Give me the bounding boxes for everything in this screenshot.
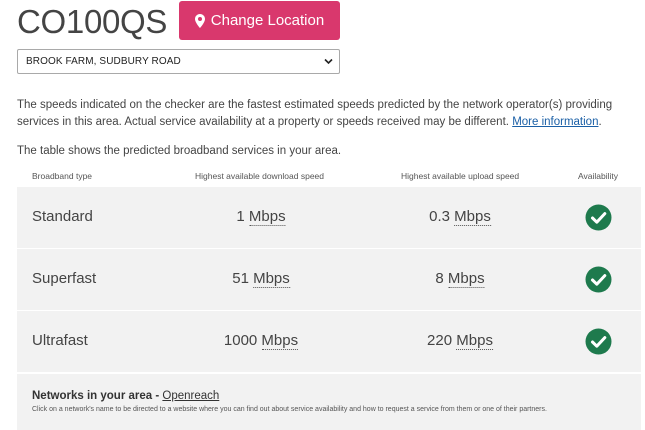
upload-speed: 8 Mbps bbox=[435, 270, 485, 288]
address-select-value: BROOK FARM, SUDBURY ROAD bbox=[26, 56, 181, 67]
header-upload-speed: Highest available upload speed bbox=[401, 171, 520, 181]
check-circle-icon bbox=[585, 266, 612, 293]
networks-title: Networks in your area - Openreach bbox=[32, 390, 219, 402]
header-broadband-type: Broadband type bbox=[32, 171, 93, 181]
header-download-speed: Highest available download speed bbox=[195, 171, 325, 181]
download-speed: 51 Mbps bbox=[232, 270, 290, 288]
postcode-title: CO100QS bbox=[17, 3, 168, 40]
download-value: 51 bbox=[232, 270, 249, 287]
upload-speed: 0.3 Mbps bbox=[429, 208, 491, 226]
broadband-type: Standard bbox=[32, 208, 93, 225]
table-row: Ultrafast 1000 Mbps 220 Mbps bbox=[17, 311, 641, 373]
upload-unit[interactable]: Mbps bbox=[456, 332, 493, 350]
networks-separator: - bbox=[152, 390, 163, 402]
table-row: Standard 1 Mbps 0.3 Mbps bbox=[17, 187, 641, 249]
map-marker-icon bbox=[194, 13, 205, 28]
download-speed: 1000 Mbps bbox=[223, 332, 299, 350]
table-header: Broadband type Highest available downloa… bbox=[17, 167, 641, 187]
change-location-button[interactable]: Change Location bbox=[179, 1, 340, 40]
header-availability: Availability bbox=[578, 171, 619, 181]
networks-heading: Networks in your area bbox=[32, 390, 153, 402]
networks-note: Click on a network's name to be directed… bbox=[32, 406, 547, 413]
more-information-link[interactable]: More information bbox=[512, 116, 598, 128]
disclaimer-text: The speeds indicated on the checker are … bbox=[17, 97, 637, 130]
openreach-link[interactable]: Openreach bbox=[162, 390, 219, 402]
download-speed: 1 Mbps bbox=[236, 208, 286, 226]
download-unit[interactable]: Mbps bbox=[261, 332, 299, 350]
upload-value: 220 bbox=[427, 332, 453, 349]
upload-value: 8 bbox=[435, 270, 444, 287]
disclaimer-end: . bbox=[598, 115, 602, 128]
upload-unit[interactable]: Mbps bbox=[454, 208, 491, 226]
check-circle-icon bbox=[585, 328, 612, 355]
download-value: 1 bbox=[236, 208, 245, 225]
upload-unit[interactable]: Mbps bbox=[447, 270, 485, 288]
table-row: Superfast 51 Mbps 8 Mbps bbox=[17, 249, 641, 311]
chevron-down-icon bbox=[324, 58, 333, 65]
broadband-type: Superfast bbox=[32, 270, 97, 287]
networks-panel: Networks in your area - Openreach Click … bbox=[17, 374, 641, 430]
table-intro: The table shows the predicted broadband … bbox=[17, 145, 342, 157]
broadband-type: Ultrafast bbox=[32, 332, 88, 349]
upload-speed: 220 Mbps bbox=[427, 332, 493, 350]
address-select[interactable]: BROOK FARM, SUDBURY ROAD bbox=[17, 49, 340, 74]
change-location-label: Change Location bbox=[210, 12, 325, 29]
download-unit[interactable]: Mbps bbox=[253, 270, 290, 288]
upload-value: 0.3 bbox=[429, 208, 450, 225]
download-unit[interactable]: Mbps bbox=[248, 208, 286, 226]
check-circle-icon bbox=[585, 204, 612, 231]
download-value: 1000 bbox=[223, 332, 258, 349]
